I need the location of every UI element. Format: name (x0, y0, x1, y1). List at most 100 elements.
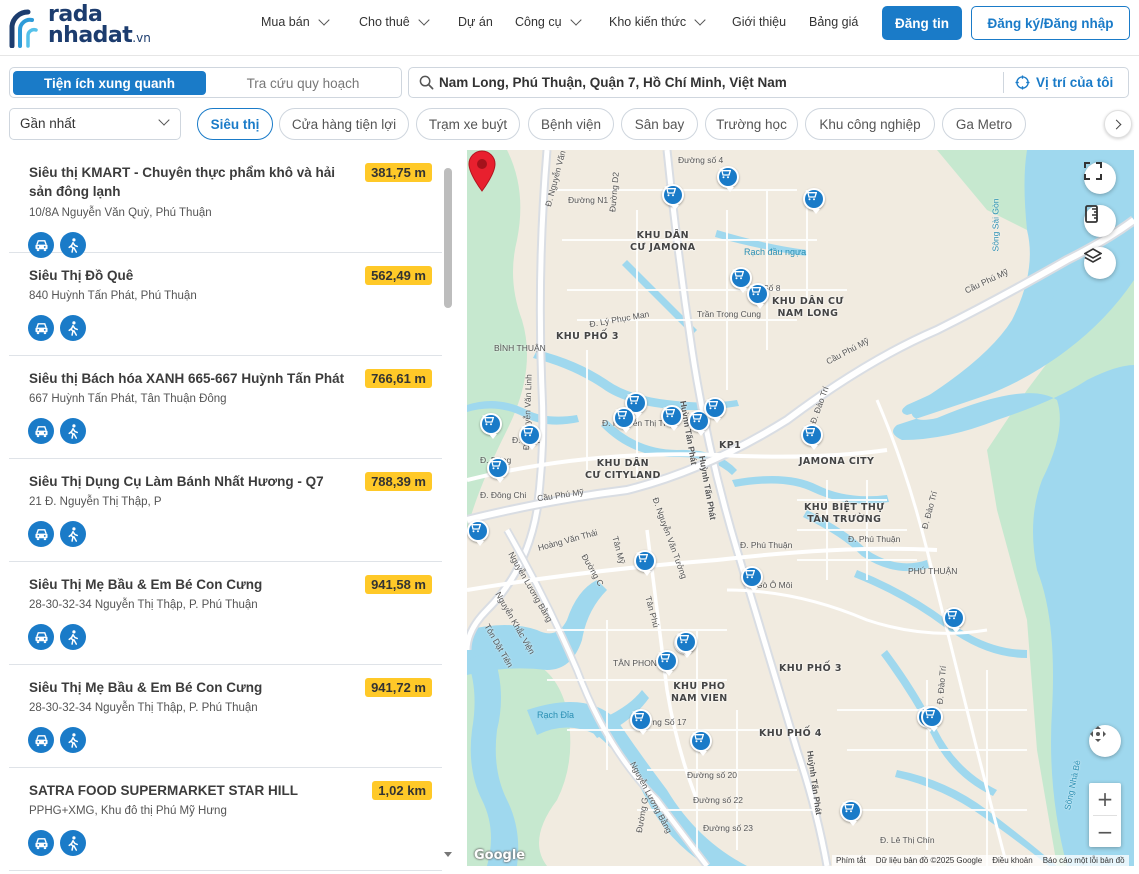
result-item[interactable]: Siêu thị Bách hóa XANH 665-667 Huỳnh Tấn… (9, 356, 442, 459)
street-label: Đường số 23 (703, 823, 754, 833)
shortcuts-link[interactable]: Phím tắt (836, 855, 866, 866)
nav-bang-gia[interactable]: Bảng giá (809, 15, 858, 29)
cart-icon[interactable] (717, 166, 739, 192)
cart-icon[interactable] (613, 407, 635, 433)
result-item[interactable]: Siêu thị KMART - Chuyên thực phẩm khô và… (9, 150, 442, 258)
cart-icon[interactable] (690, 730, 712, 756)
zoom-control: + − (1089, 783, 1121, 847)
result-name[interactable]: Siêu Thị Đồ Quê (29, 266, 349, 285)
terms-link[interactable]: Điều khoản (992, 855, 1032, 866)
cart-icon[interactable] (704, 397, 726, 423)
tab-planning-lookup[interactable]: Tra cứu quy hoạch (208, 71, 398, 95)
nav-cong-cu[interactable]: Công cụ (515, 14, 582, 29)
search-input[interactable]: Nam Long, Phú Thuận, Quận 7, Hồ Chí Minh… (439, 68, 787, 97)
cart-icon[interactable] (741, 566, 763, 592)
map-attribution: Phím tắt Dữ liệu bản đồ ©2025 Google Điề… (832, 855, 1129, 866)
driving-directions-button[interactable] (28, 830, 54, 856)
walking-directions-button[interactable] (60, 315, 86, 341)
driving-directions-button[interactable] (28, 521, 54, 547)
recenter-button[interactable] (1089, 725, 1121, 757)
zoom-out-button[interactable]: − (1089, 816, 1121, 848)
chip-benh-vien[interactable]: Bệnh viện (528, 108, 614, 140)
cart-icon[interactable] (675, 631, 697, 657)
area-label: KHU BIỆT THỰ TÂN TRƯỜNG (804, 502, 885, 525)
cart-icon[interactable] (840, 800, 862, 826)
chip-cua-hang-tien-loi[interactable]: Cửa hàng tiện lợi (279, 108, 409, 140)
cart-icon[interactable] (656, 650, 678, 676)
chevron-right-icon (1111, 119, 1122, 129)
my-location-button[interactable]: Vị trí của tôi (1015, 68, 1113, 97)
walking-directions-button[interactable] (60, 830, 86, 856)
chevron-down-icon (158, 114, 170, 126)
chevron-down-icon (317, 14, 330, 26)
result-address: 28-30-32-34 Nguyễn Thị Thập, P. Phú Thuậ… (29, 702, 258, 714)
scroll-down-arrow[interactable] (444, 852, 452, 857)
report-link[interactable]: Báo cáo một lỗi bản đồ (1043, 855, 1125, 866)
result-item[interactable]: Siêu Thị Mẹ Bầu & Em Bé Con Cưng 941,58 m… (9, 562, 442, 665)
result-item[interactable]: Siêu Thị Dụng Cụ Làm Bánh Nhất Hương - Q… (9, 459, 442, 562)
cart-icon[interactable] (662, 184, 684, 210)
result-name[interactable]: Siêu thị Bách hóa XANH 665-667 Huỳnh Tấn… (29, 369, 349, 388)
cart-icon[interactable] (467, 520, 489, 546)
result-item[interactable]: Siêu Thị Mẹ Bầu & Em Bé Con Cưng 941,72 m… (9, 665, 442, 768)
layers-button[interactable] (1084, 247, 1116, 279)
register-login-button[interactable]: Đăng ký/Đăng nhập (971, 6, 1130, 40)
walking-directions-button[interactable] (60, 624, 86, 650)
cart-icon[interactable] (661, 405, 683, 431)
result-name[interactable]: Siêu thị KMART - Chuyên thực phẩm khô và… (29, 163, 349, 201)
chips-next-button[interactable] (1104, 110, 1132, 138)
walking-directions-button[interactable] (60, 521, 86, 547)
ruler-icon (1085, 205, 1098, 223)
chip-sieu-thi[interactable]: Siêu thị (197, 108, 273, 140)
walking-directions-button[interactable] (60, 418, 86, 444)
result-name[interactable]: Siêu Thị Mẹ Bầu & Em Bé Con Cưng (29, 575, 349, 594)
nav-kho-kien-thuc[interactable]: Kho kiến thức (609, 14, 706, 29)
chip-truong-hoc[interactable]: Trường học (705, 108, 798, 140)
street-label: Đ. Phú Thuận (740, 540, 793, 550)
chip-san-bay[interactable]: Sân bay (621, 108, 698, 140)
chip-ga-metro[interactable]: Ga Metro (942, 108, 1026, 140)
water-label: Rạch Đỉa (537, 710, 575, 720)
result-name[interactable]: Siêu Thị Mẹ Bầu & Em Bé Con Cưng (29, 678, 349, 697)
list-scrollbar[interactable] (444, 168, 452, 308)
top-header: rada nhadat.vn Mua bán Cho thuê Dự án Cô… (0, 0, 1139, 56)
cart-icon[interactable] (519, 424, 541, 450)
cart-icon[interactable] (630, 709, 652, 735)
result-item[interactable]: Siêu Thị Đồ Quê 562,49 m 840 Huỳnh Tấn Phá… (9, 253, 442, 356)
nav-gioi-thieu[interactable]: Giới thiệu (732, 15, 786, 29)
cart-icon[interactable] (943, 607, 965, 633)
result-name[interactable]: Siêu Thị Dụng Cụ Làm Bánh Nhất Hương - Q… (29, 472, 349, 491)
cart-icon[interactable] (634, 550, 656, 576)
cart-icon[interactable] (487, 457, 509, 483)
fullscreen-button[interactable] (1084, 162, 1116, 194)
measure-button[interactable] (1084, 205, 1116, 237)
driving-directions-button[interactable] (28, 315, 54, 341)
cart-icon[interactable] (747, 283, 769, 309)
walking-directions-button[interactable] (60, 727, 86, 753)
nav-mua-ban[interactable]: Mua bán (261, 14, 330, 29)
post-listing-button[interactable]: Đăng tin (882, 6, 962, 40)
driving-directions-button[interactable] (28, 727, 54, 753)
chip-khu-cong-nghiep[interactable]: Khu công nghiệp (805, 108, 935, 140)
driving-directions-button[interactable] (28, 624, 54, 650)
result-item[interactable]: SATRA FOOD SUPERMARKET STAR HILL 1,02 km P… (9, 768, 442, 871)
location-pin-icon[interactable] (467, 150, 497, 192)
cart-icon[interactable] (801, 424, 823, 450)
cart-icon[interactable] (921, 706, 943, 732)
tab-nearby-amenities[interactable]: Tiện ích xung quanh (13, 71, 206, 95)
result-name[interactable]: SATRA FOOD SUPERMARKET STAR HILL (29, 781, 349, 800)
cart-icon[interactable] (480, 413, 502, 439)
chip-tram-xe-buyt[interactable]: Trạm xe buýt (416, 108, 520, 140)
driving-directions-button[interactable] (28, 418, 54, 444)
chevron-down-icon (694, 14, 706, 26)
cart-icon[interactable] (803, 188, 825, 214)
logo[interactable]: rada nhadat.vn (8, 4, 158, 48)
area-label: KHU PHỐ 3 (779, 663, 842, 674)
mode-tabs: Tiện ích xung quanh Tra cứu quy hoạch (9, 67, 402, 98)
map-view[interactable]: KHU DÂN CƯ JAMONA KHU DÂN CƯ NAM LONG KHU … (467, 150, 1134, 866)
nav-cho-thue[interactable]: Cho thuê (359, 14, 430, 29)
zoom-in-button[interactable]: + (1089, 783, 1121, 815)
street-label: Đ. Phú Thuận (848, 534, 901, 544)
sort-select[interactable]: Gần nhất (9, 108, 181, 140)
nav-du-an[interactable]: Dự án (458, 15, 493, 29)
